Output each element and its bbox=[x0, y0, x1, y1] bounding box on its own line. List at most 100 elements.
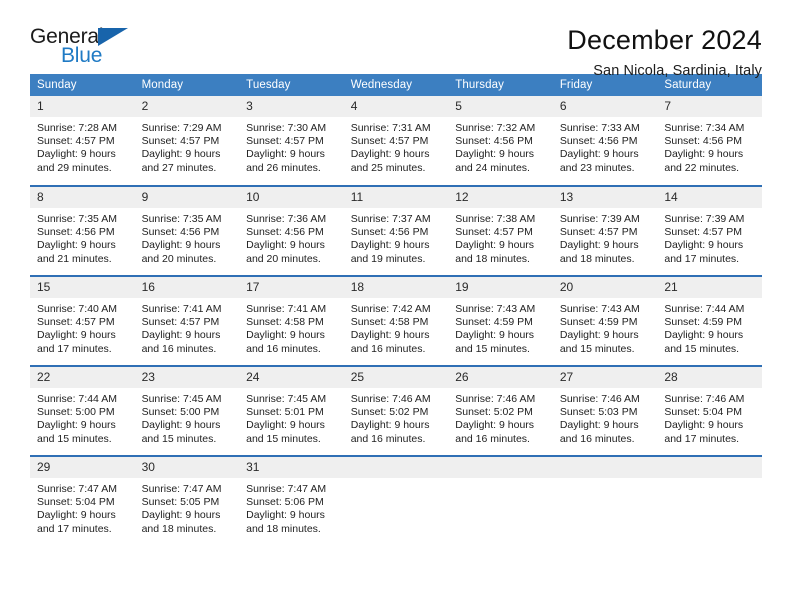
day-cell-inner: 3 Sunrise: 7:30 AM Sunset: 4:57 PM Daylight… bbox=[239, 96, 344, 185]
daylight-duration-line1: Daylight: 9 hours bbox=[246, 419, 325, 432]
day-number: 29 bbox=[30, 457, 135, 478]
daylight-duration-line2: and 15 minutes. bbox=[559, 342, 635, 355]
day-number: 19 bbox=[448, 277, 553, 298]
calendar-day-cell[interactable]: 16 Sunrise: 7:41 AM Sunset: 4:57 PM Dayligh… bbox=[134, 275, 240, 366]
calendar-day-cell[interactable]: 4 Sunrise: 7:31 AM Sunset: 4:57 PM Daylight… bbox=[343, 96, 449, 186]
sunrise-time: Sunrise: 7:36 AM bbox=[246, 213, 327, 225]
calendar-day-cell[interactable]: 18 Sunrise: 7:42 AM Sunset: 4:58 PM Dayligh… bbox=[343, 275, 449, 366]
day-sun-info: Sunrise: 7:46 AM Sunset: 5:02 PM Daylight:… bbox=[448, 388, 553, 446]
calendar-day-cell[interactable]: 3 Sunrise: 7:30 AM Sunset: 4:57 PM Daylight… bbox=[239, 96, 344, 186]
calendar-day-cell[interactable]: 17 Sunrise: 7:41 AM Sunset: 4:58 PM Dayligh… bbox=[239, 275, 344, 366]
day-sun-info: Sunrise: 7:41 AM Sunset: 4:57 PM Daylight:… bbox=[135, 298, 240, 356]
calendar-day-cell[interactable]: 20 Sunrise: 7:43 AM Sunset: 4:59 PM Dayligh… bbox=[552, 275, 658, 366]
sunrise-time: Sunrise: 7:31 AM bbox=[350, 122, 431, 134]
calendar-day-cell[interactable]: 22 Sunrise: 7:44 AM Sunset: 5:00 PM Dayligh… bbox=[30, 365, 135, 456]
day-number: 4 bbox=[343, 96, 449, 117]
calendar-day-cell[interactable]: 23 Sunrise: 7:45 AM Sunset: 5:00 PM Dayligh… bbox=[134, 365, 240, 456]
day-sun-info: Sunrise: 7:47 AM Sunset: 5:05 PM Daylight:… bbox=[135, 478, 240, 536]
day-number: 18 bbox=[343, 277, 449, 298]
calendar-day-cell[interactable]: 30 Sunrise: 7:47 AM Sunset: 5:05 PM Dayligh… bbox=[134, 455, 240, 546]
day-cell-inner: 8 Sunrise: 7:35 AM Sunset: 4:56 PM Daylight… bbox=[30, 187, 135, 275]
calendar-day-cell[interactable]: 1 Sunrise: 7:28 AM Sunset: 4:57 PM Daylight… bbox=[30, 96, 135, 186]
sunrise-time: Sunrise: 7:29 AM bbox=[141, 122, 222, 134]
day-sun-info: Sunrise: 7:40 AM Sunset: 4:57 PM Daylight:… bbox=[30, 298, 135, 356]
calendar-day-cell[interactable]: 31 Sunrise: 7:47 AM Sunset: 5:06 PM Dayligh… bbox=[239, 455, 344, 546]
sunset-time: Sunset: 4:56 PM bbox=[246, 226, 324, 239]
generalblue-logo[interactable]: General Blue bbox=[30, 26, 140, 72]
sunrise-time: Sunrise: 7:45 AM bbox=[141, 393, 222, 405]
day-number: 7 bbox=[657, 96, 762, 117]
sunrise-time: Sunrise: 7:44 AM bbox=[37, 393, 117, 405]
daylight-duration-line1: Daylight: 9 hours bbox=[350, 419, 430, 432]
calendar-day-cell[interactable]: 11 Sunrise: 7:37 AM Sunset: 4:56 PM Dayligh… bbox=[343, 185, 449, 276]
sunrise-time: Sunrise: 7:46 AM bbox=[664, 393, 745, 405]
day-cell-inner: 31 Sunrise: 7:47 AM Sunset: 5:06 PM Dayligh… bbox=[239, 457, 344, 546]
calendar-day-cell[interactable]: 13 Sunrise: 7:39 AM Sunset: 4:57 PM Dayligh… bbox=[552, 185, 658, 276]
sunset-time: Sunset: 4:58 PM bbox=[246, 316, 324, 329]
day-number: 10 bbox=[239, 187, 344, 208]
calendar-day-cell[interactable]: 12 Sunrise: 7:38 AM Sunset: 4:57 PM Dayligh… bbox=[448, 185, 553, 276]
calendar-day-cell[interactable]: 6 Sunrise: 7:33 AM Sunset: 4:56 PM Daylight… bbox=[552, 96, 658, 186]
sunset-time: Sunset: 4:56 PM bbox=[141, 226, 220, 239]
day-sun-info: Sunrise: 7:29 AM Sunset: 4:57 PM Daylight:… bbox=[135, 117, 240, 175]
daylight-duration-line2: and 20 minutes. bbox=[141, 252, 217, 265]
sunset-time: Sunset: 4:57 PM bbox=[141, 135, 220, 148]
day-sun-info: Sunrise: 7:28 AM Sunset: 4:57 PM Daylight:… bbox=[30, 117, 135, 175]
calendar-day-cell-empty bbox=[448, 455, 553, 546]
daylight-duration-line1: Daylight: 9 hours bbox=[455, 239, 535, 252]
day-sun-info: Sunrise: 7:35 AM Sunset: 4:56 PM Daylight:… bbox=[135, 208, 240, 266]
calendar-day-cell[interactable]: 29 Sunrise: 7:47 AM Sunset: 5:04 PM Dayligh… bbox=[30, 455, 135, 546]
day-cell-inner bbox=[552, 457, 658, 546]
sunrise-time: Sunrise: 7:33 AM bbox=[559, 122, 640, 134]
calendar-day-cell[interactable]: 7 Sunrise: 7:34 AM Sunset: 4:56 PM Daylight… bbox=[657, 96, 762, 186]
day-sun-info: Sunrise: 7:38 AM Sunset: 4:57 PM Daylight:… bbox=[448, 208, 553, 266]
day-cell-inner bbox=[343, 457, 449, 546]
calendar-day-cell[interactable]: 8 Sunrise: 7:35 AM Sunset: 4:56 PM Daylight… bbox=[30, 185, 135, 276]
calendar-day-cell[interactable]: 26 Sunrise: 7:46 AM Sunset: 5:02 PM Dayligh… bbox=[448, 365, 553, 456]
sunset-time: Sunset: 5:04 PM bbox=[37, 496, 115, 509]
day-number: 23 bbox=[134, 367, 240, 388]
sunset-time: Sunset: 5:03 PM bbox=[559, 406, 638, 419]
sunset-time: Sunset: 5:02 PM bbox=[350, 406, 429, 419]
calendar-day-cell[interactable]: 24 Sunrise: 7:45 AM Sunset: 5:01 PM Dayligh… bbox=[239, 365, 344, 456]
calendar-day-cell[interactable]: 5 Sunrise: 7:32 AM Sunset: 4:56 PM Daylight… bbox=[448, 96, 553, 186]
calendar-day-cell[interactable]: 28 Sunrise: 7:46 AM Sunset: 5:04 PM Dayligh… bbox=[657, 365, 762, 456]
day-cell-inner: 10 Sunrise: 7:36 AM Sunset: 4:56 PM Dayligh… bbox=[239, 187, 344, 275]
day-number: 27 bbox=[552, 367, 658, 388]
day-cell-inner: 5 Sunrise: 7:32 AM Sunset: 4:56 PM Daylight… bbox=[448, 96, 553, 185]
calendar-day-cell[interactable]: 14 Sunrise: 7:39 AM Sunset: 4:57 PM Dayligh… bbox=[657, 185, 762, 276]
sunset-time: Sunset: 4:57 PM bbox=[350, 135, 429, 148]
sunrise-time: Sunrise: 7:35 AM bbox=[37, 213, 117, 225]
sunrise-time: Sunrise: 7:39 AM bbox=[664, 213, 745, 225]
calendar-table: Sunday Monday Tuesday Wednesday Thursday… bbox=[30, 74, 762, 546]
calendar-day-cell[interactable]: 2 Sunrise: 7:29 AM Sunset: 4:57 PM Daylight… bbox=[134, 96, 240, 186]
day-cell-inner: 23 Sunrise: 7:45 AM Sunset: 5:00 PM Dayligh… bbox=[134, 367, 240, 455]
calendar-day-cell[interactable]: 25 Sunrise: 7:46 AM Sunset: 5:02 PM Dayligh… bbox=[343, 365, 449, 456]
sunset-time: Sunset: 4:57 PM bbox=[141, 316, 220, 329]
day-sun-info: Sunrise: 7:32 AM Sunset: 4:56 PM Daylight:… bbox=[448, 117, 553, 175]
sunrise-time: Sunrise: 7:40 AM bbox=[37, 303, 117, 315]
calendar-day-cell[interactable]: 19 Sunrise: 7:43 AM Sunset: 4:59 PM Dayligh… bbox=[448, 275, 553, 366]
day-sun-info: Sunrise: 7:35 AM Sunset: 4:56 PM Daylight:… bbox=[30, 208, 135, 266]
sunset-time: Sunset: 5:05 PM bbox=[141, 496, 220, 509]
day-cell-inner bbox=[448, 457, 553, 546]
daylight-duration-line1: Daylight: 9 hours bbox=[350, 148, 430, 161]
calendar-day-cell[interactable]: 21 Sunrise: 7:44 AM Sunset: 4:59 PM Dayligh… bbox=[657, 275, 762, 366]
weekday-header-thursday: Thursday bbox=[448, 74, 553, 96]
day-number: 15 bbox=[30, 277, 135, 298]
daylight-duration-line1: Daylight: 9 hours bbox=[141, 239, 221, 252]
day-number bbox=[552, 457, 658, 478]
daylight-duration-line1: Daylight: 9 hours bbox=[141, 419, 221, 432]
day-number: 17 bbox=[239, 277, 344, 298]
calendar-day-cell[interactable]: 15 Sunrise: 7:40 AM Sunset: 4:57 PM Dayligh… bbox=[30, 275, 135, 366]
daylight-duration-line1: Daylight: 9 hours bbox=[37, 148, 116, 161]
day-cell-inner: 28 Sunrise: 7:46 AM Sunset: 5:04 PM Dayligh… bbox=[657, 367, 762, 455]
calendar-day-cell[interactable]: 27 Sunrise: 7:46 AM Sunset: 5:03 PM Dayligh… bbox=[552, 365, 658, 456]
calendar-week-row: 8 Sunrise: 7:35 AM Sunset: 4:56 PM Daylight… bbox=[30, 185, 762, 276]
calendar-day-cell[interactable]: 9 Sunrise: 7:35 AM Sunset: 4:56 PM Daylight… bbox=[134, 185, 240, 276]
day-cell-inner: 11 Sunrise: 7:37 AM Sunset: 4:56 PM Dayligh… bbox=[343, 187, 449, 275]
daylight-duration-line1: Daylight: 9 hours bbox=[664, 329, 744, 342]
calendar-day-cell[interactable]: 10 Sunrise: 7:36 AM Sunset: 4:56 PM Dayligh… bbox=[239, 185, 344, 276]
sunset-time: Sunset: 4:57 PM bbox=[455, 226, 533, 239]
day-sun-info: Sunrise: 7:36 AM Sunset: 4:56 PM Daylight:… bbox=[239, 208, 344, 266]
